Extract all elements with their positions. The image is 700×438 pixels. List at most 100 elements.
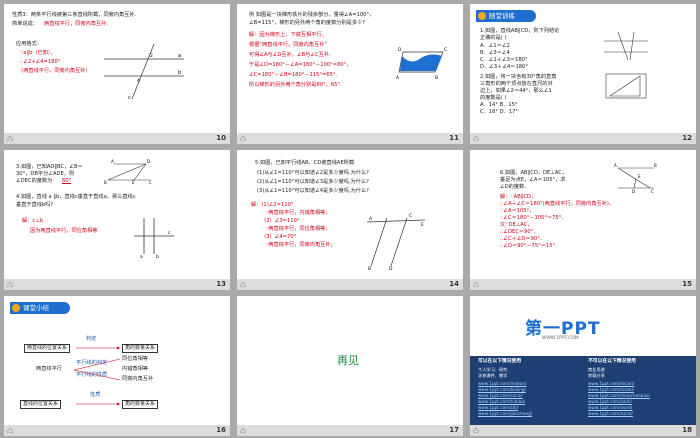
right-angle-figure: A B E C D <box>614 163 657 194</box>
slide-text: ∠D的度数． <box>500 184 530 190</box>
usage-item: 学校课件、教学 <box>478 373 508 378</box>
usage-link[interactable]: www.1ppt.com/jianli/ <box>588 399 632 405</box>
parallel-lines-figure <box>604 32 648 60</box>
slide-text: 垂直于直线b吗? <box>16 202 54 208</box>
slide-footer: 凸 16 <box>4 425 230 436</box>
slide-text: ∵两直线平行，同位角相等； <box>265 226 331 232</box>
slide-text: 三角形的两个顶点放在直尺的对 <box>480 81 553 87</box>
slide-footer: 凸 13 <box>4 279 230 290</box>
fig-label: B <box>654 163 657 168</box>
usage-link[interactable]: www.1ppt.com/tubiao/ <box>478 399 525 405</box>
slide-text: 5.如图，已知平行线AB、CD被直线AE所截 <box>255 160 355 166</box>
usage-link[interactable]: www.1ppt.com/sucai/ <box>478 393 523 399</box>
slide-text: 1.如图，直线AB∥CD，则下列结论 <box>480 28 560 34</box>
slide-text: 正确的是( ) <box>480 35 507 41</box>
slide-thumbnail[interactable]: 再见 凸 17 <box>237 296 463 436</box>
slide-thumbnail[interactable]: 性质3：两条平行线被第三条直线所截，同旁内角互补. 简单说成： 两直线平行，同旁… <box>4 4 230 144</box>
slide-text: 两直线平行，同旁内角互补. <box>44 21 108 27</box>
fig-label: 2 <box>150 53 153 59</box>
slide-number: 14 <box>449 280 459 288</box>
usage-forbidden-title: 不可以在以下情况使用 <box>588 359 636 364</box>
slide-text: (3)从∠1=110°可以知道∠4是多少度吗,为什么? <box>257 188 369 194</box>
footer-left: 凸 <box>240 282 247 289</box>
slide-thumbnail[interactable]: 6.如图，AB∥CD，DE⊥AC， 垂足为点E，∠A＝105°，求 ∠D的度数．… <box>470 150 696 290</box>
fig-label: a <box>140 255 143 258</box>
slide-text: 所以梯形的另外两个角分别是80°，65°. <box>249 82 342 88</box>
slide-text: ∴∠2+∠4=180° <box>20 59 61 65</box>
slide-text: ∴∠C＋∠D＝90°． <box>500 236 545 242</box>
slide-number: 11 <box>449 134 459 142</box>
fig-label: b <box>178 70 181 76</box>
trapezoid-figure: D C A B <box>396 47 447 80</box>
slide-text: 简单说成： <box>12 21 38 27</box>
slide-text: ∴∠D＝90°－75°＝15°. <box>500 243 557 249</box>
footer-left: 凸 <box>473 136 480 143</box>
slide-footer: 凸 11 <box>237 133 463 144</box>
slide-number: 17 <box>449 426 459 434</box>
fig-label: C <box>149 180 152 184</box>
fig-label: E <box>132 180 135 184</box>
slide-footer: 凸 14 <box>237 279 463 290</box>
footer-left: 凸 <box>473 282 480 289</box>
usage-link[interactable]: www.1ppt.com/shouchaobao/ <box>588 393 650 399</box>
usage-link[interactable]: www.1ppt.com/moban/ <box>478 381 526 387</box>
fig-label: B <box>104 180 107 184</box>
slide-text: ∠DEC的度数为 <box>16 178 53 184</box>
footer-left: 凸 <box>240 136 247 143</box>
slide-footer: 凸 12 <box>470 133 696 144</box>
slide-text: (1)从∠1=110°可以知道∠2是多少度吗,为什么? <box>257 170 369 176</box>
header-bullet-icon <box>478 12 486 20</box>
slide-text: ∵a∥b（已知）， <box>20 50 56 56</box>
usage-link[interactable]: www.1ppt.com/jiaocheng/ <box>478 411 532 417</box>
slide-text: 的度数是( ) <box>480 95 507 101</box>
slide-thumbnail[interactable]: 第一PPT WWW.1PPT.COM 可以在以下情况使用 不可以在以下情况使用 … <box>470 296 696 436</box>
slide-number: 15 <box>682 280 692 288</box>
footer-left: 凸 <box>7 136 14 143</box>
slide-text: ∵两直线平行，同旁内角互补； <box>265 242 336 248</box>
slide-thumbnail[interactable]: 随堂训练 1.如图，直线AB∥CD，则下列结论 正确的是( ) A．∠1＝∠2 … <box>470 4 696 144</box>
slide-number: 16 <box>216 426 226 434</box>
usage-item: 个人学习、研究 <box>478 367 508 372</box>
ppt-banner: 第一PPT WWW.1PPT.COM <box>470 296 696 356</box>
section-header: 随堂训练 <box>476 10 536 22</box>
slide-text: B．∠3＝∠4 <box>480 50 510 56</box>
slide-text: C．16° D．17° <box>480 109 519 115</box>
parallel-lines-figure: c 2 a 4 b <box>104 44 184 101</box>
usage-link[interactable]: www.1ppt.com/beijing/ <box>478 387 526 393</box>
slide-text: ∠C=180°－∠B=180°－115°=65°. <box>249 72 338 78</box>
slide-text: 2.如图，将一块含有30°角的直角 <box>480 74 557 80</box>
slide-text: ∴∠A＋∠C＝180°(两直线平行，同旁内角互补)． <box>500 201 615 207</box>
header-label: 随堂训练 <box>489 12 515 20</box>
usage-link[interactable]: www.1ppt.com/kejian/ <box>588 381 634 387</box>
slide-text: ∵∠A＝105°， <box>500 208 535 214</box>
footer-left: 凸 <box>473 428 480 435</box>
slide-thumbnail[interactable]: 5.如图，已知平行线AB、CD被直线AE所截 (1)从∠1=110°可以知道∠2… <box>237 150 463 290</box>
fig-label: A <box>111 159 114 164</box>
fig-label: D <box>389 266 393 270</box>
slide-text: 根据“两直线平行，同旁内角互补” <box>249 42 328 48</box>
usage-link[interactable]: www.1ppt.com/xiazai/ <box>588 387 634 393</box>
slide-text: C．∠1＋∠3＝180° <box>480 57 528 63</box>
slide-text: 解：(1)∠2=110° <box>251 202 294 208</box>
summary-arrows <box>73 346 121 406</box>
slide-footer: 凸 17 <box>237 425 463 436</box>
usage-link[interactable]: www.1ppt.com/ziti/ <box>478 405 518 411</box>
fig-label: b <box>156 254 159 258</box>
fig-label: c <box>128 95 131 101</box>
slide-thumbnail[interactable]: 例 如图是一块梯形铁片的残余部分，量得∠A=100°， ∠B=115°，梯形的另… <box>237 4 463 144</box>
transversal-figure: A B C D E <box>367 213 426 270</box>
usage-link[interactable]: www.1ppt.com/word/ <box>588 405 632 411</box>
fig-label: C <box>409 213 412 219</box>
footer-left: 凸 <box>240 428 247 435</box>
slide-number: 12 <box>682 134 692 142</box>
fig-label: D <box>398 47 402 53</box>
slide-text: ∠B=115°，梯形的另外两个角的度数分别是多少? <box>249 20 365 26</box>
usage-link[interactable]: www.1ppt.com/excel/ <box>588 411 633 417</box>
slide-footer: 凸 15 <box>470 279 696 290</box>
slide-thumbnail[interactable]: 课堂小结 两直线的位置关系 判定 角的数量关系 同位角相等 两直线平行 平行线的… <box>4 296 230 436</box>
slide-text: 4.如图，直线 a ∥b，直线c垂直于直线a，那么直线c <box>16 194 136 200</box>
fig-label: B <box>368 266 371 270</box>
slide-text: 因为两直线平行，同位角相等 <box>30 228 98 234</box>
slide-text: （2）∠3=110° <box>261 218 300 224</box>
slide-thumbnail[interactable]: 3.如图，已知AD∥BC，∠B＝ 30°，DB平分∠ADE，则 ∠DEC的度数为… <box>4 150 230 290</box>
